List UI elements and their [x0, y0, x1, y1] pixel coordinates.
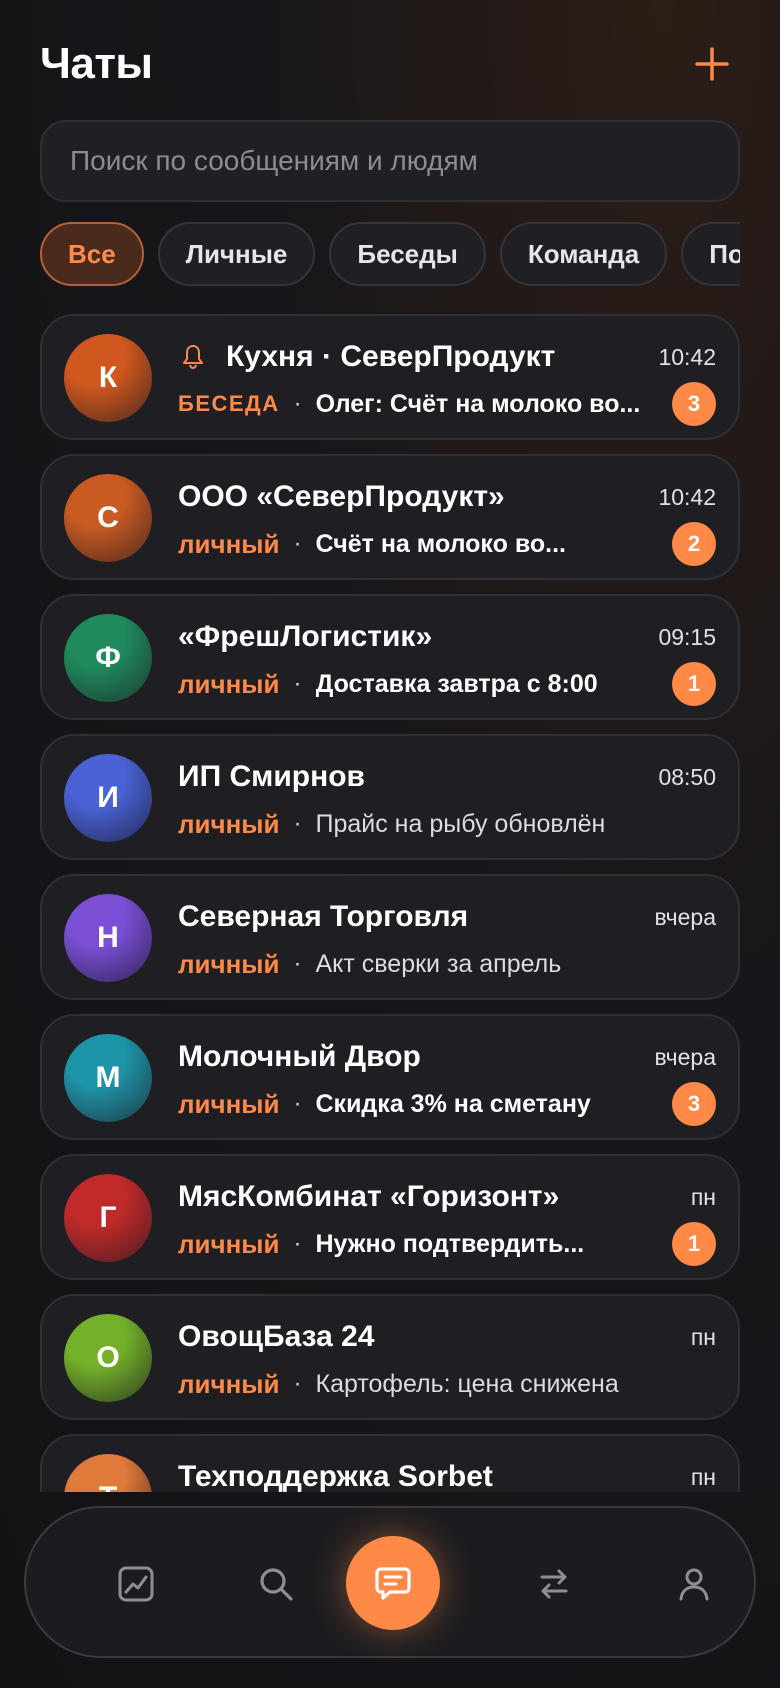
chat-name: ОвощБаза 24	[178, 1320, 375, 1353]
avatar: О	[64, 1314, 152, 1402]
chat-time: вчера	[654, 1043, 716, 1070]
avatar: И	[64, 754, 152, 842]
separator-dot: ·	[293, 1230, 302, 1257]
chat-row[interactable]: Г МясКомбинат «Горизонт» пн личный · Нужно по…	[40, 1154, 740, 1280]
chat-row[interactable]: М Молочный Двор вчера личный · Скидка 3% на с…	[40, 1014, 740, 1140]
chat-name: Техподдержка Sorbet	[178, 1460, 493, 1492]
chat-last-message: Олег: Счёт на молоко во...	[315, 389, 641, 418]
chat-row[interactable]: О ОвощБаза 24 пн личный · Картофель: цена сни…	[40, 1294, 740, 1420]
chat-name: Кухня · СеверПродукт	[226, 340, 556, 373]
chat-time: пн	[690, 1183, 716, 1210]
header: Чаты	[40, 34, 740, 94]
chat-time: 08:50	[658, 763, 716, 790]
chat-list: К Кухня · СеверПродукт 10:42 БЕСЕДА · Олег: С…	[40, 314, 740, 1492]
filter-chips: ВсеЛичныеБеседыКомандаПос	[40, 222, 740, 288]
chat-type-label: личный	[178, 528, 280, 559]
unread-badge: 3	[672, 382, 716, 426]
search-bar[interactable]	[40, 120, 740, 202]
nav-item-profile[interactable]	[656, 1546, 732, 1622]
chat-time: 09:15	[658, 623, 716, 650]
filter-chip[interactable]: Команда	[499, 222, 668, 286]
chat-last-message: Доставка завтра с 8:00	[315, 669, 598, 698]
muted-bell-icon	[183, 345, 203, 369]
avatar: С	[64, 474, 152, 562]
filter-chip[interactable]: Личные	[157, 222, 316, 286]
profile-icon	[679, 1568, 709, 1601]
filter-chip[interactable]: Беседы	[329, 222, 486, 286]
nav-item-transfers[interactable]	[516, 1546, 592, 1622]
chat-row[interactable]: К Кухня · СеверПродукт 10:42 БЕСЕДА · Олег: С…	[40, 314, 740, 440]
chat-icon	[375, 1567, 411, 1600]
chat-row[interactable]: С ООО «СеверПродукт» 10:42 личный · Счёт на м…	[40, 454, 740, 580]
separator-dot: ·	[293, 670, 302, 697]
chat-name: МясКомбинат «Горизонт»	[178, 1180, 560, 1213]
unread-badge: 3	[672, 1082, 716, 1126]
chat-name: ООО «СеверПродукт»	[178, 480, 505, 513]
chat-time: пн	[690, 1463, 716, 1490]
chat-row[interactable]: Ф «ФрешЛогистик» 09:15 личный · Доставка завт…	[40, 594, 740, 720]
chat-name: Северная Торговля	[178, 900, 469, 933]
chat-type-label: личный	[178, 948, 280, 979]
chat-name: ИП Смирнов	[178, 760, 365, 793]
chat-time: 10:42	[658, 483, 716, 510]
chat-last-message: Акт сверки за апрель	[315, 949, 562, 978]
chat-type-label: личный	[178, 1368, 280, 1399]
nav-item-chats[interactable]	[346, 1536, 440, 1630]
separator-dot: ·	[293, 810, 302, 837]
chat-time: пн	[690, 1323, 716, 1350]
chat-type-label: БЕСЕДА	[178, 391, 280, 416]
avatar: Н	[64, 894, 152, 982]
chat-last-message: Нужно подтвердить...	[315, 1229, 585, 1258]
chat-time: 10:42	[658, 343, 716, 370]
chat-row[interactable]: Н Северная Торговля вчера личный · Акт сверки…	[40, 874, 740, 1000]
search-input[interactable]	[70, 145, 710, 177]
separator-dot: ·	[293, 1370, 302, 1397]
chat-time: вчера	[654, 903, 716, 930]
avatar: Т	[64, 1454, 152, 1492]
unread-badge: 1	[672, 1222, 716, 1266]
search-icon	[260, 1568, 293, 1601]
chat-row[interactable]: И ИП Смирнов 08:50 личный · Прайс на рыбу обн…	[40, 734, 740, 860]
new-chat-button[interactable]	[684, 36, 740, 92]
chat-type-label: личный	[178, 668, 280, 699]
chat-last-message: Скидка 3% на сметану	[315, 1089, 591, 1118]
separator-dot: ·	[293, 1090, 302, 1117]
chat-last-message: Картофель: цена снижена	[315, 1369, 619, 1398]
chat-last-message: Счёт на молоко во...	[315, 529, 566, 558]
filter-chip[interactable]: Все	[40, 222, 144, 286]
unread-badge: 1	[672, 662, 716, 706]
separator-dot: ·	[293, 390, 302, 417]
avatar: Г	[64, 1174, 152, 1262]
chat-last-message: Прайс на рыбу обновлён	[315, 809, 606, 838]
nav-item-search[interactable]	[238, 1546, 314, 1622]
page-title: Чаты	[40, 39, 153, 88]
filter-chip[interactable]: Пос	[681, 222, 740, 286]
plus-icon	[695, 47, 729, 81]
avatar: Ф	[64, 614, 152, 702]
unread-badge: 2	[672, 522, 716, 566]
nav-item-stats[interactable]	[98, 1546, 174, 1622]
avatar: К	[64, 334, 152, 422]
avatar: М	[64, 1034, 152, 1122]
chat-name: Молочный Двор	[178, 1040, 421, 1073]
chart-icon	[118, 1566, 154, 1602]
chat-type-label: личный	[178, 1088, 280, 1119]
separator-dot: ·	[293, 950, 302, 977]
chat-row[interactable]: ТТехподдержка Sorbetпнличный·	[40, 1434, 740, 1492]
separator-dot: ·	[293, 530, 302, 557]
transfer-icon	[540, 1569, 568, 1599]
bottom-navigation	[24, 1506, 756, 1658]
chat-name: «ФрешЛогистик»	[178, 620, 433, 653]
chat-type-label: личный	[178, 1228, 280, 1259]
chat-type-label: личный	[178, 808, 280, 839]
